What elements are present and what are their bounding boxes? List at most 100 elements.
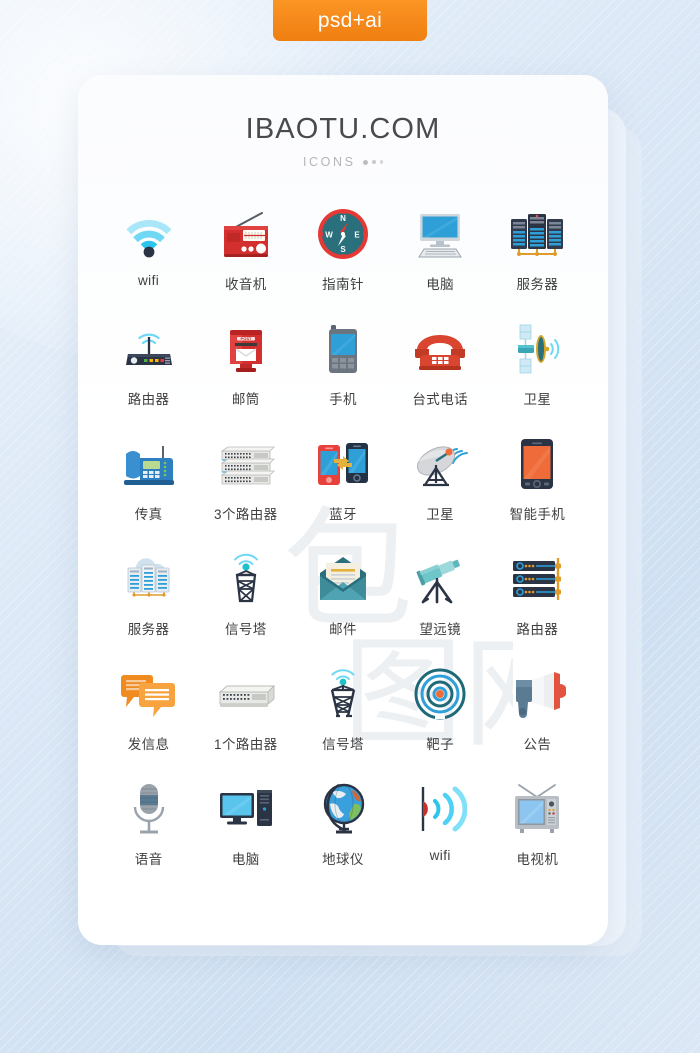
icon-label: 服务器: [127, 622, 170, 637]
icon-cell[interactable]: 手机: [294, 318, 391, 420]
icon-label: 地球仪: [322, 852, 364, 867]
icon-label: 电脑: [426, 277, 455, 292]
icon-cell[interactable]: 地球仪: [294, 778, 391, 880]
icon-label: 路由器: [127, 392, 170, 407]
icon-cell[interactable]: 信号塔: [294, 663, 391, 765]
icon-label: 电视机: [516, 852, 559, 867]
mobile-phone-icon[interactable]: [312, 318, 374, 380]
icon-cell[interactable]: N S W E 指南针: [294, 203, 391, 305]
wifi-signal-icon[interactable]: [409, 778, 471, 840]
svg-text:S: S: [340, 245, 346, 254]
cloud-server-icon[interactable]: [118, 548, 180, 610]
mail-envelope-icon[interactable]: [312, 548, 374, 610]
television-icon[interactable]: [506, 778, 568, 840]
pc-tower-icon[interactable]: [215, 778, 277, 840]
icon-cell[interactable]: 电脑: [197, 778, 294, 880]
svg-text:E: E: [354, 231, 360, 240]
icon-cell[interactable]: 信号塔: [197, 548, 294, 650]
subtitle-row: ICONS: [78, 155, 608, 169]
one-router-icon[interactable]: [215, 663, 277, 725]
icon-label: 卫星: [523, 392, 552, 407]
desk-telephone-icon[interactable]: [409, 318, 471, 380]
icon-label: 指南针: [322, 277, 364, 292]
icon-label: 邮筒: [231, 392, 260, 407]
icon-cell[interactable]: 服务器: [100, 548, 197, 650]
fax-machine-icon[interactable]: [118, 433, 180, 495]
badge-label: psd+ai: [317, 8, 383, 32]
svg-text:POST: POST: [240, 336, 251, 341]
icon-cell[interactable]: 3个路由器: [197, 433, 294, 535]
icon-set-card: IBAOTU.COM ICONS 包 图网 wifi: [78, 75, 608, 945]
icon-cell[interactable]: 传真: [100, 433, 197, 535]
icon-label: 3个路由器: [214, 507, 278, 522]
signal-tower-icon[interactable]: [215, 548, 277, 610]
microphone-icon[interactable]: [118, 778, 180, 840]
smartphone-icon[interactable]: [506, 433, 568, 495]
globe-icon[interactable]: [312, 778, 374, 840]
icon-cell[interactable]: wifi: [392, 778, 489, 880]
icon-cell[interactable]: 服务器: [489, 203, 586, 305]
telescope-icon[interactable]: [409, 548, 471, 610]
icon-cell[interactable]: 台式电话: [392, 318, 489, 420]
target-icon[interactable]: [409, 663, 471, 725]
icon-label: 邮件: [329, 622, 357, 637]
psd-ai-badge: psd+ai: [273, 0, 427, 41]
icon-cell[interactable]: 电脑: [392, 203, 489, 305]
mailbox-icon[interactable]: POST: [215, 318, 277, 380]
satellite-dish-icon[interactable]: [409, 433, 471, 495]
icon-label: 望远镜: [419, 622, 462, 637]
icon-cell[interactable]: 邮件: [294, 548, 391, 650]
icon-label: 信号塔: [322, 737, 364, 752]
bluetooth-transfer-icon[interactable]: [312, 433, 374, 495]
wifi-icon[interactable]: [118, 203, 180, 265]
icon-cell[interactable]: 发信息: [100, 663, 197, 765]
satellite-icon[interactable]: [506, 318, 568, 380]
icon-label: 收音机: [224, 277, 267, 292]
icon-cell[interactable]: 语音: [100, 778, 197, 880]
icon-cell[interactable]: 路由器: [100, 318, 197, 420]
icon-label: 语音: [134, 852, 163, 867]
server-router-icon[interactable]: [506, 548, 568, 610]
three-routers-icon[interactable]: [215, 433, 277, 495]
icon-cell[interactable]: wifi: [100, 203, 197, 305]
page-title: IBAOTU.COM: [245, 113, 441, 145]
icon-grid: wifi 收音机 N S W E 指南针 电脑 服务器 路由器 POST 邮筒 …: [78, 203, 608, 880]
icon-cell[interactable]: 靶子: [392, 663, 489, 765]
icon-label: 蓝牙: [329, 507, 357, 522]
icon-label: 智能手机: [509, 507, 566, 522]
icon-cell[interactable]: 电视机: [489, 778, 586, 880]
router-icon[interactable]: [118, 318, 180, 380]
icon-label: 路由器: [516, 622, 559, 637]
send-message-icon[interactable]: [118, 663, 180, 725]
icon-cell[interactable]: 收音机: [197, 203, 294, 305]
svg-text:W: W: [325, 231, 333, 240]
icon-cell[interactable]: 蓝牙: [294, 433, 391, 535]
icon-cell[interactable]: 路由器: [489, 548, 586, 650]
icon-cell[interactable]: 1个路由器: [197, 663, 294, 765]
icon-label: 公告: [523, 737, 552, 752]
icon-label: 台式电话: [412, 392, 468, 407]
icon-cell[interactable]: 望远镜: [392, 548, 489, 650]
icon-label: wifi: [138, 273, 160, 288]
icon-label: wifi: [429, 848, 451, 863]
icon-label: 卫星: [426, 507, 455, 522]
icon-label: 信号塔: [224, 622, 267, 637]
radio-icon[interactable]: [215, 203, 277, 265]
transmission-tower-icon[interactable]: [312, 663, 374, 725]
server-rack-icon[interactable]: [506, 203, 568, 265]
icon-label: 服务器: [516, 277, 559, 292]
icon-cell[interactable]: 卫星: [392, 433, 489, 535]
megaphone-icon[interactable]: [506, 663, 568, 725]
icon-cell[interactable]: 智能手机: [489, 433, 586, 535]
icon-label: 1个路由器: [214, 737, 278, 752]
page-subtitle: ICONS: [302, 155, 356, 169]
icon-label: 靶子: [426, 737, 455, 752]
card-header: IBAOTU.COM ICONS: [78, 75, 608, 169]
icon-cell[interactable]: 卫星: [489, 318, 586, 420]
icon-cell[interactable]: POST 邮筒: [197, 318, 294, 420]
svg-text:N: N: [340, 214, 346, 223]
icon-label: 手机: [329, 392, 357, 407]
compass-icon[interactable]: N S W E: [312, 203, 374, 265]
icon-cell[interactable]: 公告: [489, 663, 586, 765]
desktop-computer-icon[interactable]: [409, 203, 471, 265]
